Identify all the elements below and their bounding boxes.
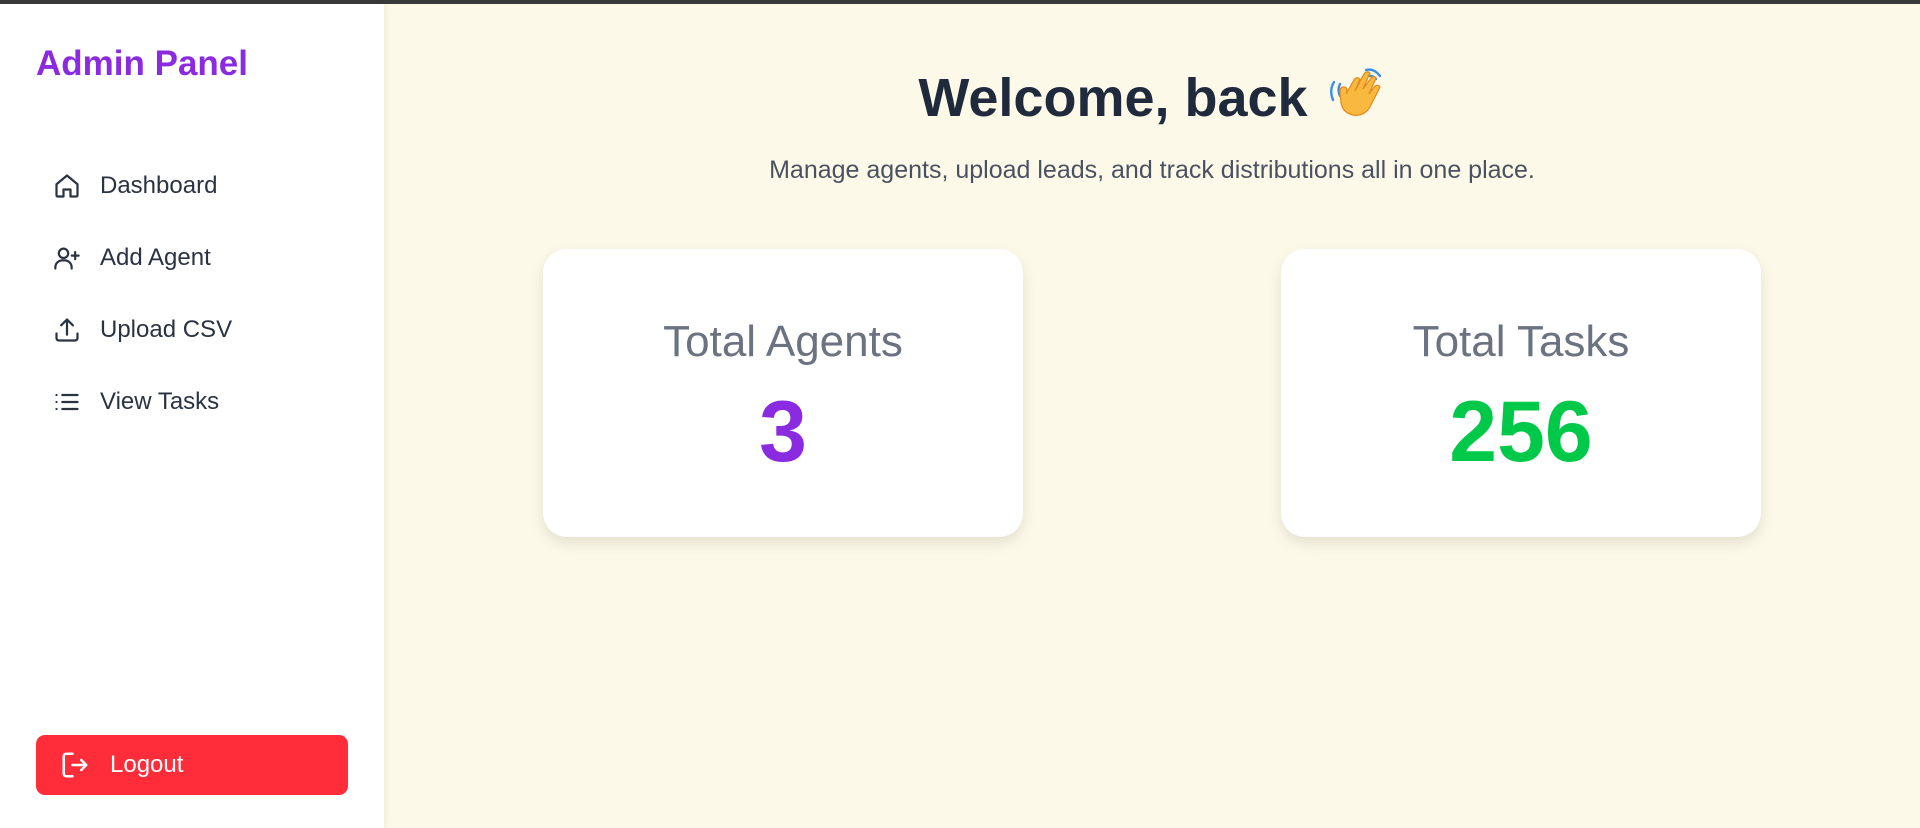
logout-icon [60,750,90,780]
welcome-text: Welcome, back [918,68,1308,128]
sidebar-item-label: Add Agent [100,244,211,271]
card-title: Total Agents [663,317,903,366]
page-title: Welcome, back [384,64,1920,129]
upload-icon [52,315,82,345]
sidebar: Admin Panel Dashboard Add Agent Upload C… [0,4,384,828]
sidebar-item-label: View Tasks [100,388,220,415]
total-tasks-card: Total Tasks 256 [1281,249,1761,537]
waving-hand-icon [1326,64,1386,124]
sidebar-item-label: Dashboard [100,172,218,199]
home-icon [52,171,82,201]
brand-title: Admin Panel [36,44,248,83]
logout-button[interactable]: Logout [36,735,348,795]
card-title: Total Tasks [1412,317,1630,366]
user-plus-icon [52,243,82,273]
sidebar-nav: Dashboard Add Agent Upload CSV View Task… [36,158,356,446]
logout-label: Logout [110,751,184,778]
main-content: Welcome, back Manage agents, upload lead… [384,4,1920,828]
sidebar-item-label: Upload CSV [100,316,233,343]
sidebar-item-upload-csv[interactable]: Upload CSV [36,302,356,358]
card-value: 256 [1449,384,1593,480]
total-agents-card: Total Agents 3 [543,249,1023,537]
sidebar-item-view-tasks[interactable]: View Tasks [36,374,356,430]
list-icon [52,387,82,417]
page-subtitle: Manage agents, upload leads, and track d… [769,156,1535,184]
sidebar-item-add-agent[interactable]: Add Agent [36,230,356,286]
sidebar-item-dashboard[interactable]: Dashboard [36,158,356,214]
card-value: 3 [759,384,807,480]
